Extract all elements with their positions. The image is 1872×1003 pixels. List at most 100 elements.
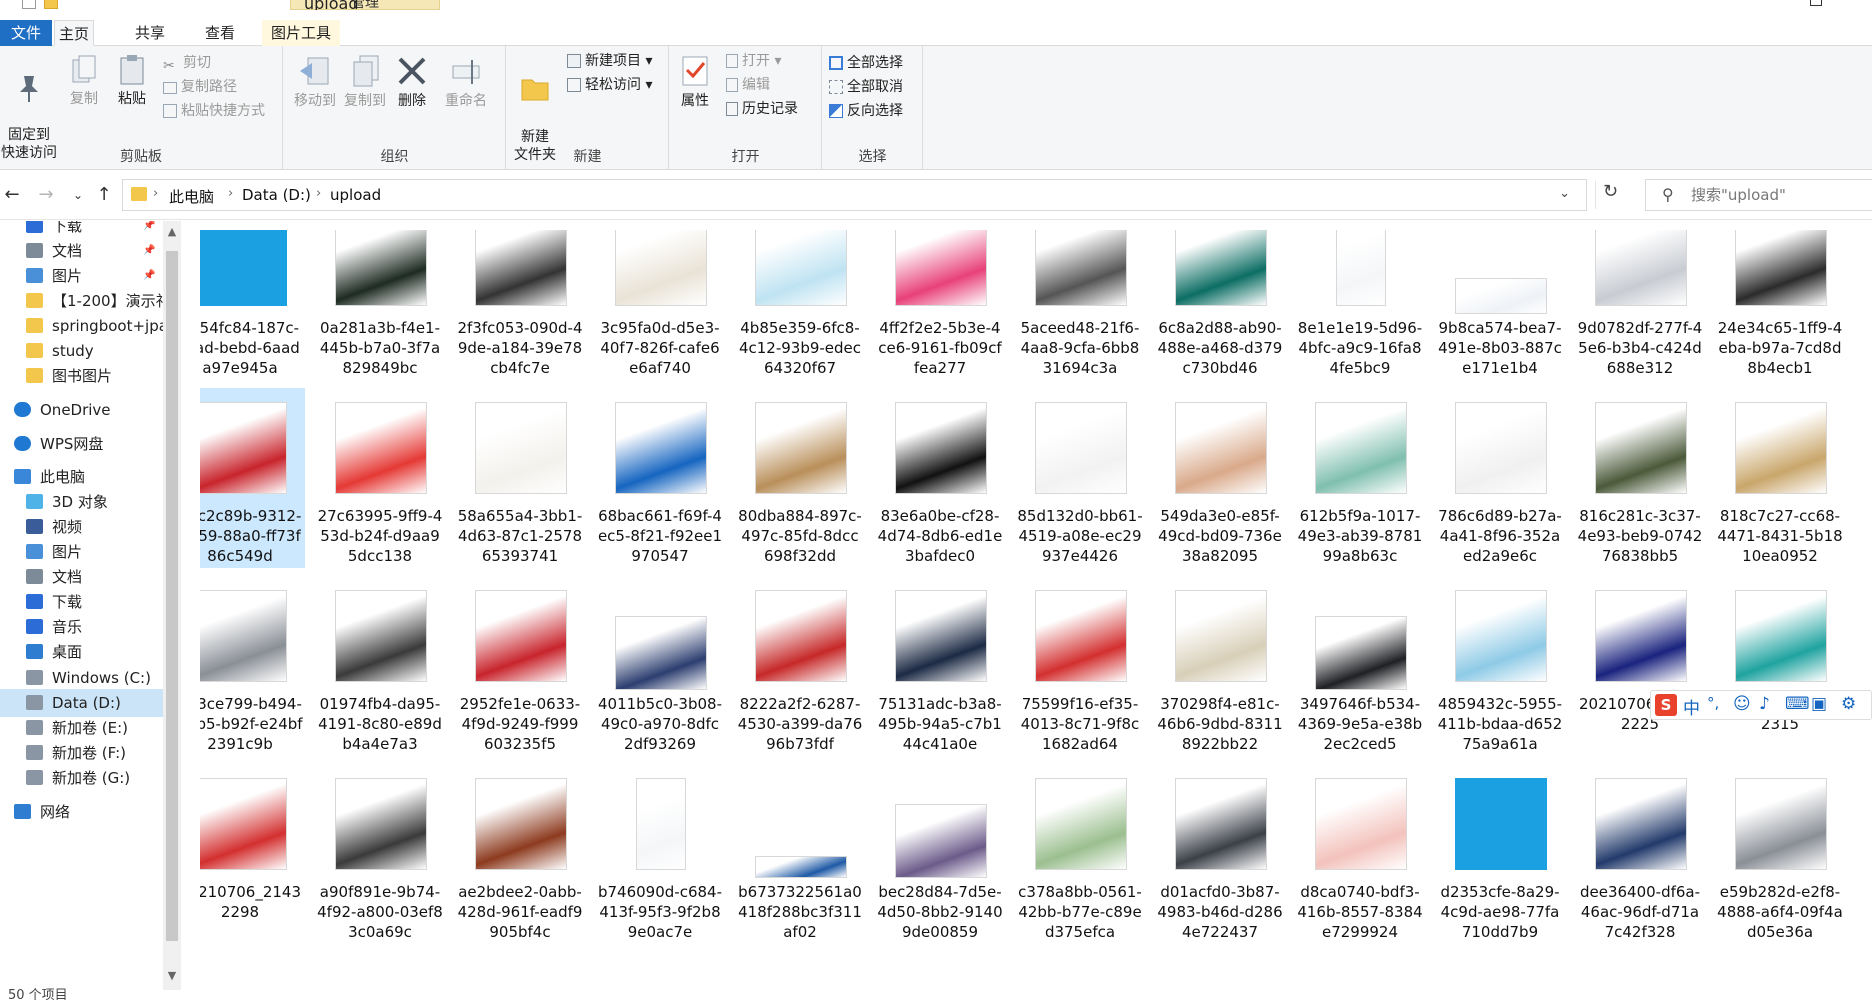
file-item[interactable]: 20210706_21242225	[1575, 576, 1705, 756]
sidebar-item[interactable]: 图片 📌	[0, 262, 168, 290]
sidebar-item[interactable]: Data (D:)	[0, 689, 168, 717]
file-item[interactable]: 9d0782df-277f-45e6-b3b4-c424d688e312	[1575, 230, 1705, 380]
file-item[interactable]: 3497646f-b534-4369-9e5a-e38b2ec2ced5	[1295, 576, 1425, 756]
select-all-button[interactable]: 全部选择	[829, 52, 903, 74]
scroll-up-icon[interactable]: ▲	[165, 225, 179, 238]
search-box[interactable]: ⚲	[1645, 179, 1872, 211]
file-item[interactable]: 80dba884-897c-497c-85fd-8dcc698f32dd	[735, 388, 865, 568]
breadcrumb-data-drive[interactable]: Data (D:)	[242, 186, 311, 204]
breadcrumb-separator-icon[interactable]: ›	[316, 186, 321, 201]
sidebar-item[interactable]: 音乐	[0, 613, 168, 641]
sidebar-item[interactable]: 下载	[0, 588, 168, 616]
sidebar-item[interactable]: 桌面	[0, 638, 168, 666]
file-item[interactable]: b6737322561a0418f288bc3f311af02	[735, 764, 865, 944]
up-arrow-icon[interactable]: ↑	[94, 184, 114, 205]
file-item[interactable]: d8ca0740-bdf3-416b-8557-8384e7299924	[1295, 764, 1425, 944]
sidebar-item[interactable]: 新加卷 (F:)	[0, 739, 168, 767]
copy-button[interactable]: 复制	[62, 54, 106, 108]
ime-toolbar[interactable]: S 中 °, ☺ ♪ ⌨ ▣ ⚙	[1650, 690, 1872, 720]
forward-arrow-icon[interactable]: →	[36, 184, 56, 205]
sidebar-item[interactable]: 图片	[0, 538, 168, 566]
file-item[interactable]: 6c8a2d88-ab90-488e-a468-d379c730bd46	[1155, 230, 1285, 380]
edit-button[interactable]: 编辑	[726, 74, 770, 96]
sidebar-item[interactable]: springboot+jpa	[0, 312, 168, 340]
new-item-button[interactable]: 新建项目 ▾	[567, 50, 652, 72]
move-to-button[interactable]: 移动到	[292, 54, 338, 110]
sidebar-item[interactable]: 图书图片	[0, 362, 168, 390]
cut-button[interactable]: ✂ 剪切	[163, 52, 211, 74]
file-item[interactable]: 68bac661-f69f-4ec5-8f21-f92ee1970547	[595, 388, 725, 568]
ime-skin-icon[interactable]: ▣	[1811, 694, 1827, 714]
file-item[interactable]: 963ce799-b494-44b5-b92f-e24bf2391c9b	[200, 576, 305, 756]
file-item[interactable]: 4b85e359-6fc8-4c12-93b9-edec64320f67	[735, 230, 865, 380]
sidebar-item[interactable]: 文档 📌	[0, 237, 168, 265]
paste-button[interactable]: 粘贴	[110, 54, 154, 108]
sidebar-item[interactable]: 网络	[0, 798, 168, 826]
easy-access-button[interactable]: 轻松访问 ▾	[567, 74, 652, 96]
sidebar-item[interactable]: 文档	[0, 563, 168, 591]
ime-chinese-mode[interactable]: 中	[1683, 694, 1700, 719]
delete-button[interactable]: 删除	[392, 54, 432, 110]
sidebar-item[interactable]: OneDrive	[0, 396, 168, 424]
file-item[interactable]: 01974fb4-da95-4191-8c80-e89db4a4e7a3	[315, 576, 445, 756]
file-item[interactable]: 20210706_21432298	[200, 764, 305, 944]
restore-window-icon[interactable]	[1810, 0, 1822, 6]
search-input[interactable]	[1691, 184, 1871, 206]
breadcrumb-this-pc[interactable]: 此电脑	[169, 186, 214, 207]
file-item[interactable]: bec28d84-7d5e-4d50-8bb2-91409de00859	[875, 764, 1005, 944]
ime-punctuation-icon[interactable]: °,	[1707, 694, 1719, 712]
sidebar-item[interactable]: Windows (C:)	[0, 664, 168, 692]
file-item[interactable]: 24e34c65-1ff9-4eba-b97a-7cd8d8b4ecb1	[1715, 230, 1845, 380]
file-item[interactable]: 818c7c27-cc68-4471-8431-5b1810ea0952	[1715, 388, 1845, 568]
file-item[interactable]: 4859432c-5955-411b-bdaa-d65275a9a61a	[1435, 576, 1565, 756]
tab-share[interactable]: 共享	[130, 20, 170, 46]
tab-view[interactable]: 查看	[200, 20, 240, 46]
ime-emoji-icon[interactable]: ☺	[1733, 694, 1751, 714]
file-item[interactable]: e59b282d-e2f8-4888-a6f4-09f4ad05e36a	[1715, 764, 1845, 944]
file-item[interactable]: 786c6d89-b27a-4a41-8f96-352aed2a9e6c	[1435, 388, 1565, 568]
scrollbar-thumb[interactable]	[166, 251, 178, 941]
file-item[interactable]: 8222a2f2-6287-4530-a399-da7696b73fdf	[735, 576, 865, 756]
file-item[interactable]: dee36400-df6a-46ac-96df-d71a7c42f328	[1575, 764, 1705, 944]
file-item[interactable]: 4ff2f2e2-5b3e-4ce6-9161-fb09cffea277	[875, 230, 1005, 380]
file-item[interactable]: 370298f4-e81c-46b6-9dbd-83118922bb22	[1155, 576, 1285, 756]
tab-picture-tools[interactable]: 图片工具	[262, 20, 340, 46]
copy-path-button[interactable]: 复制路径	[163, 76, 237, 98]
refresh-icon[interactable]: ↻	[1595, 181, 1625, 209]
file-item[interactable]: 2952fe1e-0633-4f9d-9249-f999603235f5	[455, 576, 585, 756]
rename-button[interactable]: 重命名	[436, 54, 496, 110]
sidebar-item[interactable]: 新加卷 (E:)	[0, 714, 168, 742]
invert-selection-button[interactable]: 反向选择	[829, 100, 903, 122]
file-item[interactable]: 0a281a3b-f4e1-445b-b7a0-3f7a829849bc	[315, 230, 445, 380]
address-dropdown-chevron-icon[interactable]: ⌄	[1559, 186, 1570, 201]
breadcrumb-upload[interactable]: upload	[330, 186, 381, 204]
open-button[interactable]: 打开 ▾	[726, 50, 781, 72]
file-item[interactable]: d01acfd0-3b87-4983-b46d-d2864e722437	[1155, 764, 1285, 944]
sidebar-item[interactable]: 3D 对象	[0, 488, 168, 516]
recent-locations-chevron-icon[interactable]: ⌄	[68, 188, 88, 202]
file-item[interactable]: c378a8bb-0561-42bb-b77e-c89ed375efca	[1015, 764, 1145, 944]
breadcrumb-separator-icon[interactable]: ›	[228, 186, 233, 201]
file-item[interactable]: 75131adc-b3a8-495b-94a5-c7b144c41a0e	[875, 576, 1005, 756]
select-none-button[interactable]: 全部取消	[829, 76, 903, 98]
quick-access-folder-icon[interactable]	[44, 0, 58, 9]
sidebar-item[interactable]: study	[0, 337, 168, 365]
file-item[interactable]: a90f891e-9b74-4f92-a800-03ef83c0a69c	[315, 764, 445, 944]
file-item[interactable]: 2f3fc053-090d-49de-a184-39e78cb4fc7e	[455, 230, 585, 380]
file-item[interactable]: 612b5f9a-1017-49e3-ab39-878199a8b63c	[1295, 388, 1425, 568]
address-bar[interactable]: › 此电脑 › Data (D:) › upload ⌄	[122, 179, 1587, 211]
quick-access-checkbox-icon[interactable]	[22, 0, 36, 9]
navigation-pane-scrollbar[interactable]: ▲ ▼	[163, 221, 181, 991]
sidebar-item[interactable]: 此电脑	[0, 463, 168, 491]
file-item[interactable]: 3c95fa0d-d5e3-40f7-826f-cafe6e6af740	[595, 230, 725, 380]
file-item[interactable]: 27c63995-9ff9-453d-b24f-d9aa95dcc138	[315, 388, 445, 568]
copy-to-button[interactable]: 复制到	[342, 54, 388, 110]
file-item[interactable]: 8e1e1e19-5d96-4bfc-a9c9-16fa84fe5bc9	[1295, 230, 1425, 380]
file-item[interactable]: 83e6a0be-cf28-4d74-8db6-ed1e3bafdec0	[875, 388, 1005, 568]
file-item[interactable]: d2353cfe-8a29-4c9d-ae98-77fa710dd7b9	[1435, 764, 1565, 944]
file-item[interactable]: 20210706_21412315	[1715, 576, 1845, 756]
back-arrow-icon[interactable]: ←	[2, 184, 22, 205]
file-item[interactable]: 9b8ca574-bea7-491e-8b03-887ce171e1b4	[1435, 230, 1565, 380]
ime-keyboard-icon[interactable]: ⌨	[1785, 694, 1810, 714]
file-item[interactable]: 816c281c-3c37-4e93-beb9-074276838bb5	[1575, 388, 1705, 568]
